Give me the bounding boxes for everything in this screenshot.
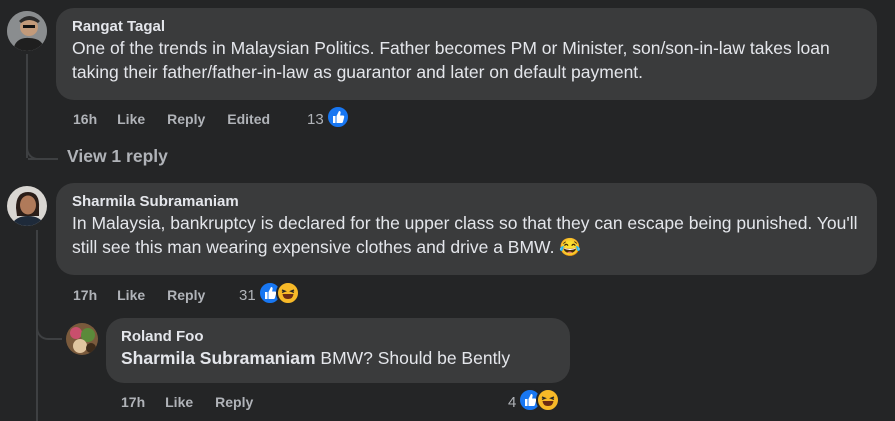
thread-line-curve bbox=[36, 318, 62, 340]
comment-bubble: Sharmila Subramaniam In Malaysia, bankru… bbox=[56, 183, 877, 275]
like-button[interactable]: Like bbox=[117, 111, 145, 127]
comment-author[interactable]: Sharmila Subramaniam bbox=[72, 192, 861, 211]
like-icon bbox=[325, 105, 350, 133]
avatar[interactable] bbox=[7, 186, 47, 226]
avatar[interactable] bbox=[66, 323, 98, 355]
comment-text: In Malaysia, bankruptcy is declared for … bbox=[72, 213, 858, 257]
comment-actions: 17h Like Reply bbox=[73, 284, 227, 306]
haha-icon bbox=[536, 388, 561, 416]
view-replies-link[interactable]: View 1 reply bbox=[67, 146, 168, 167]
reply-button[interactable]: Reply bbox=[167, 111, 205, 127]
haha-icon bbox=[275, 281, 300, 309]
reply-author[interactable]: Roland Foo bbox=[121, 327, 555, 346]
comment-author[interactable]: Rangat Tagal bbox=[72, 17, 861, 36]
reaction-count: 31 bbox=[239, 286, 256, 304]
reply-bubble: Roland Foo Sharmila Subramaniam BMW? Sho… bbox=[106, 318, 570, 383]
comment-text: One of the trends in Malaysian Politics.… bbox=[72, 38, 830, 82]
reaction-count: 4 bbox=[508, 393, 517, 411]
reaction-summary[interactable]: 13 bbox=[307, 105, 350, 133]
edited-label: Edited bbox=[227, 111, 271, 127]
thread-line bbox=[28, 158, 58, 160]
like-button[interactable]: Like bbox=[165, 394, 193, 410]
comment-bubble: Rangat Tagal One of the trends in Malays… bbox=[56, 8, 877, 100]
thread-line bbox=[26, 54, 28, 158]
reaction-count: 13 bbox=[307, 110, 324, 128]
like-button[interactable]: Like bbox=[117, 287, 145, 303]
reply-time[interactable]: 17h bbox=[121, 394, 145, 410]
reaction-summary[interactable]: 4 bbox=[508, 388, 561, 416]
reply-button[interactable]: Reply bbox=[167, 287, 205, 303]
laugh-emoji: 😂 bbox=[559, 237, 582, 257]
comment-time[interactable]: 16h bbox=[73, 111, 97, 127]
comment-time[interactable]: 17h bbox=[73, 287, 97, 303]
mention-link[interactable]: Sharmila Subramaniam bbox=[121, 348, 316, 368]
avatar[interactable] bbox=[7, 11, 47, 51]
reply-button[interactable]: Reply bbox=[215, 394, 253, 410]
reply-actions: 17h Like Reply bbox=[121, 391, 275, 413]
comment-actions: 16h Like Reply Edited bbox=[73, 108, 270, 130]
reply-text: Sharmila Subramaniam BMW? Should be Bent… bbox=[121, 348, 511, 368]
reaction-summary[interactable]: 31 bbox=[239, 281, 300, 309]
